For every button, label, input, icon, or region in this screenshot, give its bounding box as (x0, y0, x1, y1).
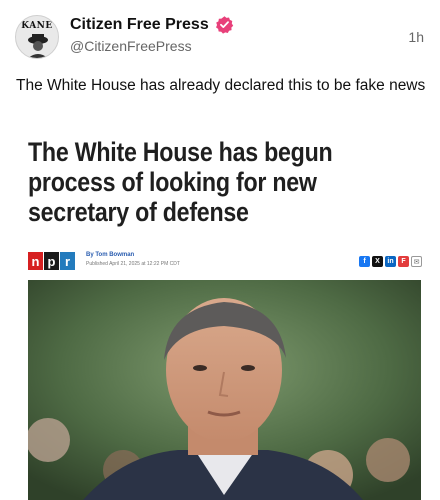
display-name[interactable]: Citizen Free Press (70, 16, 209, 34)
share-icons: f X in F ✉ (359, 256, 422, 267)
npr-logo-n: n (28, 252, 43, 270)
flipboard-icon: F (398, 256, 409, 267)
article-image-card[interactable]: The White House has begun process of loo… (16, 123, 424, 500)
article-byline: By Tom Bowman (86, 252, 135, 258)
npr-logo: n p r (28, 252, 76, 270)
article-headline: The White House has begun process of loo… (28, 137, 333, 227)
article-published-date: Published April 21, 2025 at 12:22 PM CDT (86, 261, 180, 267)
facebook-icon: f (359, 256, 370, 267)
article-photo (28, 280, 421, 500)
post-text: The White House has already declared thi… (16, 77, 426, 94)
npr-logo-p: p (44, 252, 59, 270)
npr-logo-r: r (60, 252, 75, 270)
byline-row: n p r By Tom Bowman Published April 21, … (28, 252, 422, 272)
verified-badge-icon (215, 16, 233, 34)
linkedin-icon: in (385, 256, 396, 267)
email-icon: ✉ (411, 256, 422, 267)
avatar[interactable]: KANE (15, 15, 59, 59)
avatar-figure-icon (28, 34, 48, 58)
post-timestamp[interactable]: 1h (408, 29, 424, 45)
x-icon: X (372, 256, 383, 267)
author-name-row: Citizen Free Press (70, 15, 234, 34)
photo-illustration (28, 280, 421, 500)
handle[interactable]: @CitizenFreePress (70, 38, 192, 54)
